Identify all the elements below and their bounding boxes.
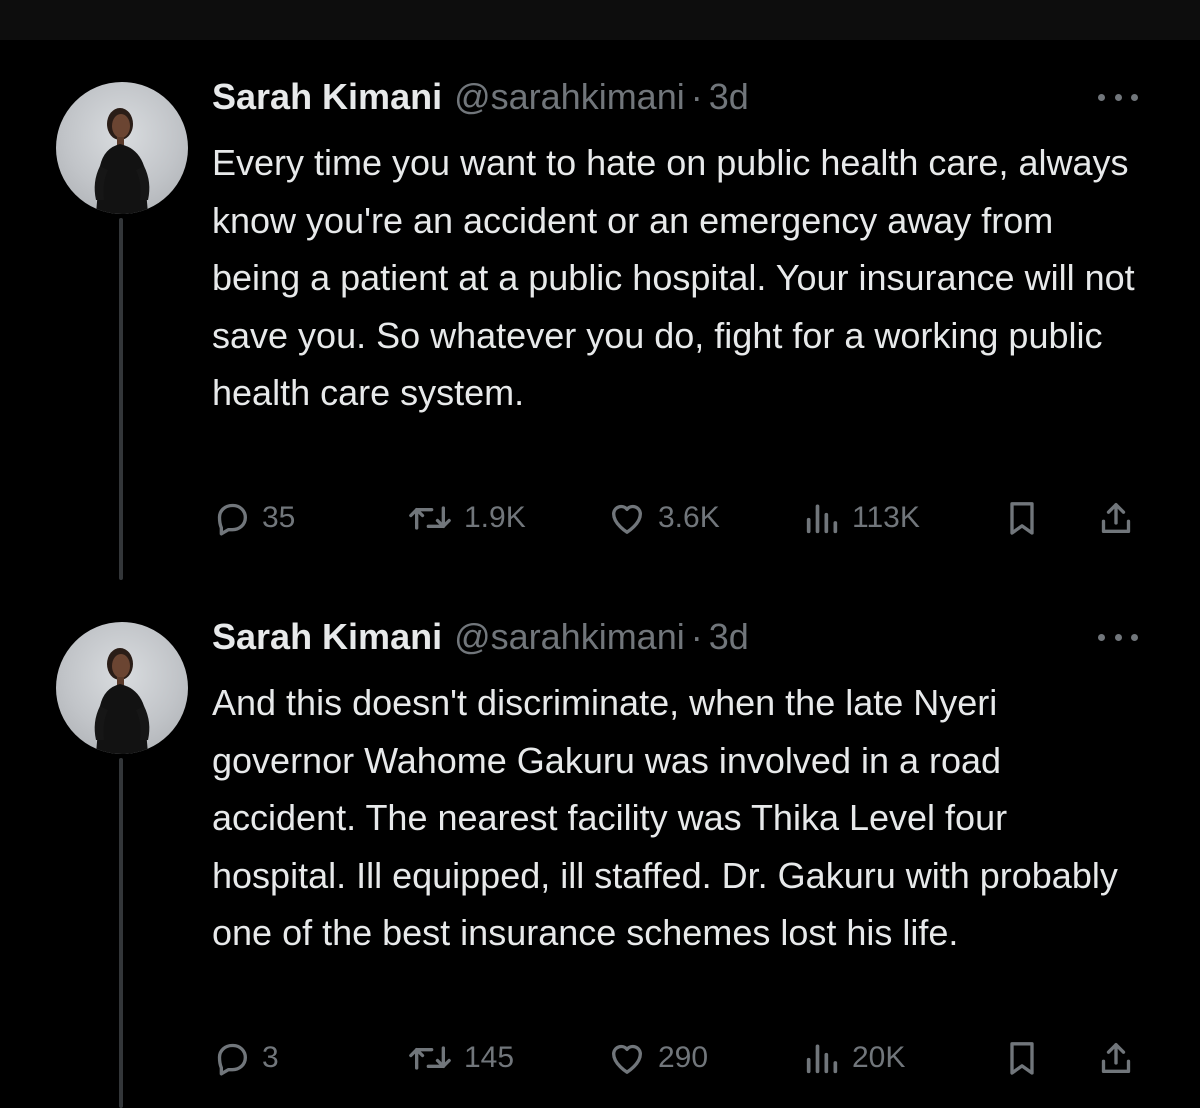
avatar[interactable] [56,622,188,754]
avatar-photo [94,648,150,754]
timestamp[interactable]: 3d [709,614,749,660]
tweet[interactable]: Sarah Kimani @sarahkimani · 3d And this … [0,580,1200,1108]
view-count: 20K [852,1041,906,1074]
retweet-count: 145 [464,1041,515,1074]
view-count: 113K [852,501,920,534]
bookmark-icon [1010,502,1034,535]
tweet-actions: 3 145 290 20K [212,1036,1142,1080]
like-count: 290 [658,1041,709,1074]
views-chart-icon [806,1044,838,1074]
author-name[interactable]: Sarah Kimani [212,614,442,660]
reply-count: 35 [262,501,296,534]
author-handle[interactable]: @sarahkimani [454,614,685,660]
retweet-button[interactable]: 1.9K [406,496,526,540]
separator-dot: · [690,616,703,657]
reply-count: 3 [262,1041,279,1074]
avatar[interactable] [56,82,188,214]
tweet-actions: 35 1.9K 3.6K 113K [212,496,1142,540]
share-button[interactable] [1096,1036,1136,1080]
tweet[interactable]: Sarah Kimani @sarahkimani · 3d Every tim… [0,40,1200,580]
views-button[interactable]: 113K [802,496,920,540]
like-button[interactable]: 290 [606,1036,708,1080]
like-count: 3.6K [658,501,720,534]
avatar-photo [94,108,150,214]
bookmark-button[interactable] [1002,496,1042,540]
reply-button[interactable]: 3 [212,1036,279,1080]
separator-dot: · [690,76,703,117]
bookmark-button[interactable] [1002,1036,1042,1080]
heart-icon [612,1044,642,1074]
thread-connector-line [119,758,123,1108]
author-handle[interactable]: @sarahkimani [454,74,685,120]
like-button[interactable]: 3.6K [606,496,720,540]
more-horizontal-icon[interactable] [1098,622,1138,652]
share-icon [1101,503,1131,533]
retweet-icon [409,506,451,530]
tweet-header: Sarah Kimani @sarahkimani · 3d [212,74,749,120]
reply-icon [217,1043,247,1076]
retweet-button[interactable]: 145 [406,1036,514,1080]
reply-icon [217,503,247,536]
views-chart-icon [806,504,838,534]
thread-connector-line [119,218,123,580]
heart-icon [612,504,642,534]
more-horizontal-icon[interactable] [1098,82,1138,112]
retweet-count: 1.9K [464,501,526,534]
share-button[interactable] [1096,496,1136,540]
views-button[interactable]: 20K [802,1036,905,1080]
tweet-text: Every time you want to hate on public he… [212,142,1135,413]
bookmark-icon [1010,1042,1034,1075]
top-bar [0,0,1200,40]
reply-button[interactable]: 35 [212,496,295,540]
retweet-icon [409,1046,451,1070]
tweet-text: And this doesn't discriminate, when the … [212,682,1118,953]
timestamp[interactable]: 3d [709,74,749,120]
author-name[interactable]: Sarah Kimani [212,74,442,120]
share-icon [1101,1043,1131,1073]
tweet-header: Sarah Kimani @sarahkimani · 3d [212,614,749,660]
